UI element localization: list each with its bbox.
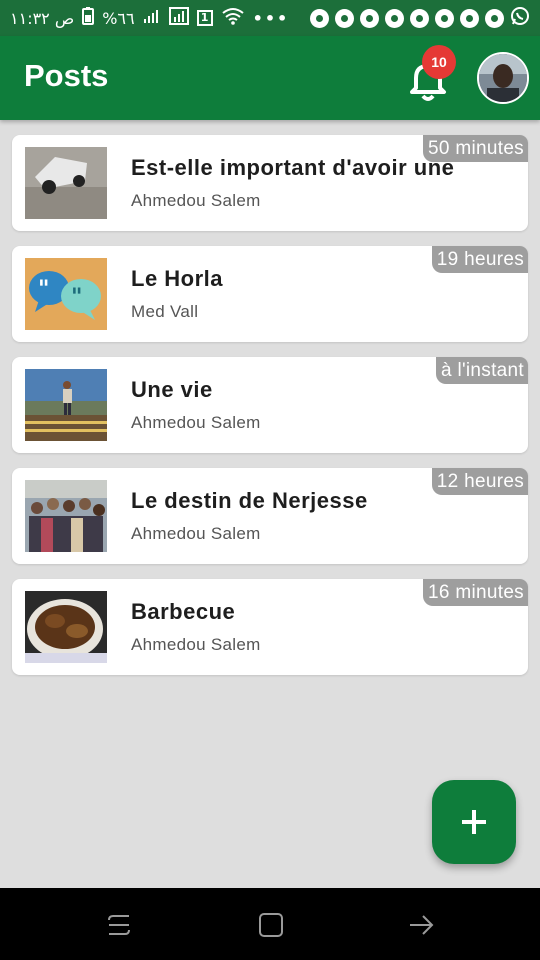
post-title: Barbecue [131, 599, 236, 624]
chrome-icon [485, 8, 504, 28]
sim-icon: 1 [196, 10, 213, 26]
chrome-icon [385, 8, 404, 28]
post-thumbnail [25, 369, 107, 441]
post-author: Ahmedou Salem [131, 524, 261, 543]
home-icon[interactable] [256, 910, 286, 940]
chrome-icon [310, 8, 329, 28]
post-time-badge: 50 minutes [423, 135, 528, 162]
post-time-badge: 19 heures [431, 246, 528, 273]
notification-badge[interactable]: 10 [422, 45, 456, 79]
back-icon[interactable] [406, 910, 436, 940]
whatsapp-icon [510, 6, 530, 31]
chrome-icon [410, 8, 429, 28]
post-card[interactable]: Une vie Ahmedou Salem à l'instant [12, 357, 528, 453]
add-post-button[interactable] [432, 780, 516, 864]
status-left: ص ١١:٣٢ %٦٦ 1 ••• [10, 7, 295, 29]
post-thumbnail [25, 591, 107, 663]
post-card[interactable]: Le destin de Nerjesse Ahmedou Salem 12 h… [12, 468, 528, 564]
post-title: Une vie [131, 377, 213, 402]
avatar[interactable] [477, 52, 529, 104]
post-time-badge: 12 heures [431, 468, 528, 495]
post-thumbnail [25, 147, 107, 219]
post-card[interactable]: Barbecue Ahmedou Salem 16 minutes [12, 579, 528, 675]
post-time-badge: 16 minutes [423, 579, 528, 606]
post-card[interactable]: " " Le Horla Med Vall 19 heures [12, 246, 528, 342]
post-time-badge: à l'instant [436, 357, 528, 384]
add-icon [462, 810, 486, 834]
wifi-icon [221, 7, 245, 29]
battery-percent: %٦٦ [102, 8, 135, 28]
post-author: Ahmedou Salem [131, 413, 261, 432]
post-title: Est-elle important d'avoir une [131, 155, 455, 180]
post-card[interactable]: Est-elle important d'avoir une Ahmedou S… [12, 135, 528, 231]
post-author: Ahmedou Salem [131, 635, 261, 654]
recent-apps-icon[interactable] [104, 910, 134, 940]
status-bar: ص ١١:٣٢ %٦٦ 1 ••• [0, 0, 540, 36]
svg-text:": " [38, 276, 49, 302]
clock: ص ١١:٣٢ [10, 8, 75, 28]
notification-icons [310, 6, 530, 31]
chrome-icon [435, 8, 454, 28]
chrome-icon [460, 8, 479, 28]
signal-box-icon [168, 7, 189, 29]
signal-icon [143, 8, 161, 28]
page-title: Posts [24, 58, 109, 93]
post-thumbnail [25, 480, 107, 552]
battery-icon [82, 7, 95, 29]
svg-text:": " [71, 284, 82, 310]
app-bar: Posts 10 [0, 36, 540, 120]
post-title: Le Horla [131, 266, 224, 291]
more-dots-icon: ••• [252, 8, 290, 28]
post-author: Ahmedou Salem [131, 191, 261, 210]
post-title: Le destin de Nerjesse [131, 488, 368, 513]
post-author: Med Vall [131, 302, 199, 321]
chrome-icon [335, 8, 354, 28]
post-thumbnail: " " [25, 258, 107, 330]
posts-list: Est-elle important d'avoir une Ahmedou S… [12, 135, 528, 690]
chrome-icon [360, 8, 379, 28]
system-nav-bar [0, 888, 540, 960]
